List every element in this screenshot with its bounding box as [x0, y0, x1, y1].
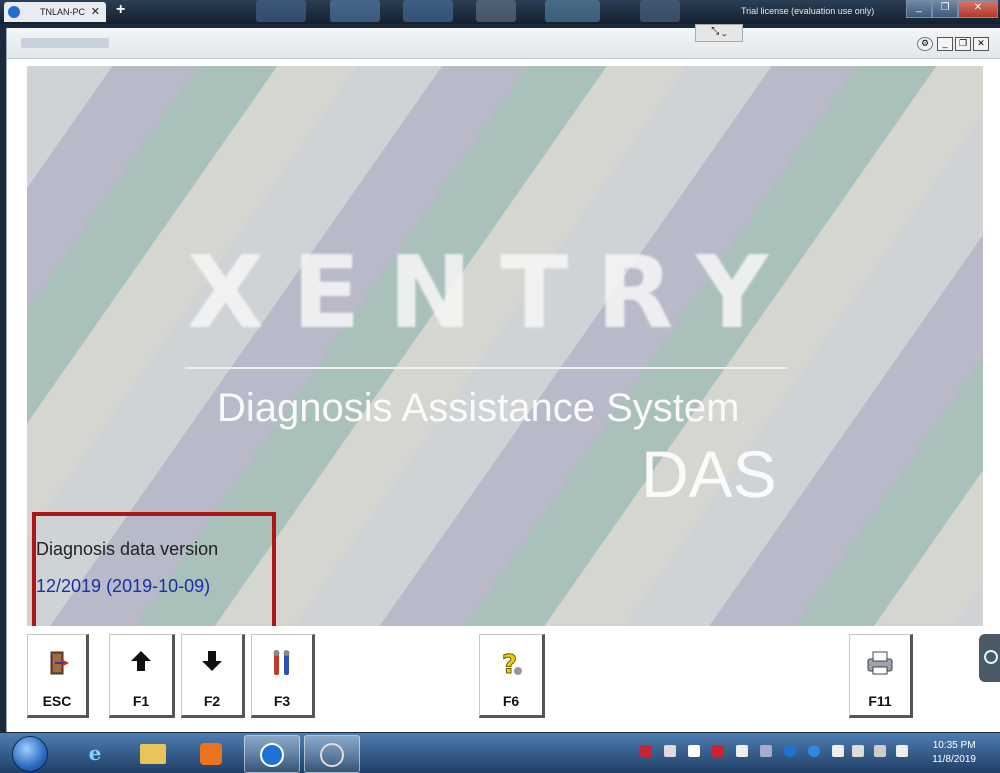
tray-teamviewer-icon[interactable] [784, 745, 796, 757]
arrow-down-icon [182, 649, 242, 677]
f6-button[interactable]: ? F6 [479, 634, 545, 718]
volume-icon[interactable] [852, 745, 864, 757]
network-icon[interactable] [874, 745, 886, 757]
printer-icon [850, 649, 910, 677]
xentry-logo: XENTRY [187, 234, 797, 351]
mercedes-star-icon [320, 742, 344, 767]
close-tab-icon[interactable]: ✕ [91, 5, 100, 18]
taskbar-teamviewer-button[interactable] [244, 735, 300, 773]
remote-side-handle[interactable] [979, 634, 1000, 682]
f3-label: F3 [273, 693, 291, 709]
window-title-blurred [21, 38, 109, 48]
logo-divider [185, 367, 787, 369]
tray-icon-2[interactable] [664, 745, 676, 757]
new-tab-button[interactable]: + [116, 1, 125, 19]
splash-subtitle: Diagnosis Assistance System [217, 386, 740, 430]
session-tab-label: TNLAN-PC [40, 7, 86, 17]
taskbar-clock[interactable]: 10:35 PM 11/8/2019 [932, 739, 976, 767]
f3-button[interactable]: F3 [251, 634, 315, 718]
tray-icon-9[interactable] [832, 745, 844, 757]
tray-icon-8[interactable] [808, 745, 820, 757]
collapse-toolbar-icon[interactable]: ⤡ ⌄ [695, 24, 743, 42]
exit-door-icon [28, 649, 86, 677]
tray-icon-6[interactable] [760, 745, 772, 757]
taskbar-xentry-button[interactable] [304, 735, 360, 773]
teamviewer-icon [260, 742, 284, 767]
clock-date: 11/8/2019 [932, 754, 976, 765]
folder-icon [140, 743, 166, 764]
license-notice: Trial license (evaluation use only) [741, 6, 875, 16]
restore-button[interactable]: ❐ [955, 37, 971, 51]
esc-label: ESC [42, 693, 72, 709]
media-player-icon [200, 742, 222, 765]
help-question-icon: ? [480, 649, 542, 681]
remote-session-bar: TNLAN-PC ✕ + Trial license (evaluation u… [0, 0, 1000, 24]
tray-icon-3[interactable] [688, 745, 700, 757]
data-version-label: Diagnosis data version [36, 539, 219, 559]
taskbar-explorer-button[interactable] [126, 735, 180, 771]
arrow-up-icon [110, 649, 172, 677]
data-version-value: 12/2019 (2019-10-09) [36, 576, 211, 596]
esc-button[interactable]: ESC [27, 634, 89, 718]
xentry-window: ⤡ ⌄ ⚙ _ ❐ ✕ XENTRY Diagnosis Assistance … [6, 24, 1000, 732]
taskbar-media-button[interactable] [184, 735, 238, 771]
f2-button[interactable]: F2 [181, 634, 245, 718]
f6-label: F6 [502, 693, 520, 709]
toolbar-icon-blurred[interactable] [403, 0, 453, 22]
f2-label: F2 [203, 693, 221, 709]
f1-button[interactable]: F1 [109, 634, 175, 718]
toolbar-icon-blurred[interactable] [476, 0, 516, 22]
das-label: DAS [641, 437, 777, 511]
remote-minimize-button[interactable]: _ [906, 0, 932, 18]
teamviewer-icon [8, 6, 20, 18]
f11-button[interactable]: F11 [849, 634, 913, 718]
clock-time: 10:35 PM [932, 740, 976, 751]
start-button[interactable] [12, 736, 48, 772]
toolbar-icon-blurred[interactable] [640, 0, 680, 22]
tray-icon-5[interactable] [736, 745, 748, 757]
action-center-icon[interactable] [896, 745, 908, 757]
remote-restore-button[interactable]: ❐ [932, 0, 958, 18]
toolbar-icon-blurred[interactable] [330, 0, 380, 22]
internet-explorer-icon: e [88, 741, 102, 765]
tray-icon-4[interactable] [712, 745, 724, 757]
f1-label: F1 [132, 693, 150, 709]
session-tab[interactable]: TNLAN-PC ✕ [4, 2, 106, 22]
close-button[interactable]: ✕ [973, 37, 989, 51]
taskbar: e 10:35 PM 11/8/2019 [0, 733, 1000, 773]
toolbar-icon-blurred[interactable] [545, 0, 600, 22]
settings-gear-icon[interactable]: ⚙ [917, 37, 933, 51]
splash-panel: XENTRY Diagnosis Assistance System DAS D… [27, 66, 983, 626]
teamviewer-handle-icon [984, 650, 998, 664]
tray-icon-1[interactable] [640, 745, 652, 757]
svg-text:?: ? [502, 650, 517, 679]
highlight-box [32, 512, 276, 626]
tools-icon [252, 649, 312, 677]
taskbar-ie-button[interactable]: e [68, 735, 122, 771]
minimize-button[interactable]: _ [937, 37, 953, 51]
f11-label: F11 [868, 693, 892, 709]
remote-close-button[interactable]: ✕ [958, 0, 998, 18]
window-title-bar: ⤡ ⌄ ⚙ _ ❐ ✕ [7, 24, 1000, 59]
toolbar-icon-blurred[interactable] [256, 0, 306, 22]
